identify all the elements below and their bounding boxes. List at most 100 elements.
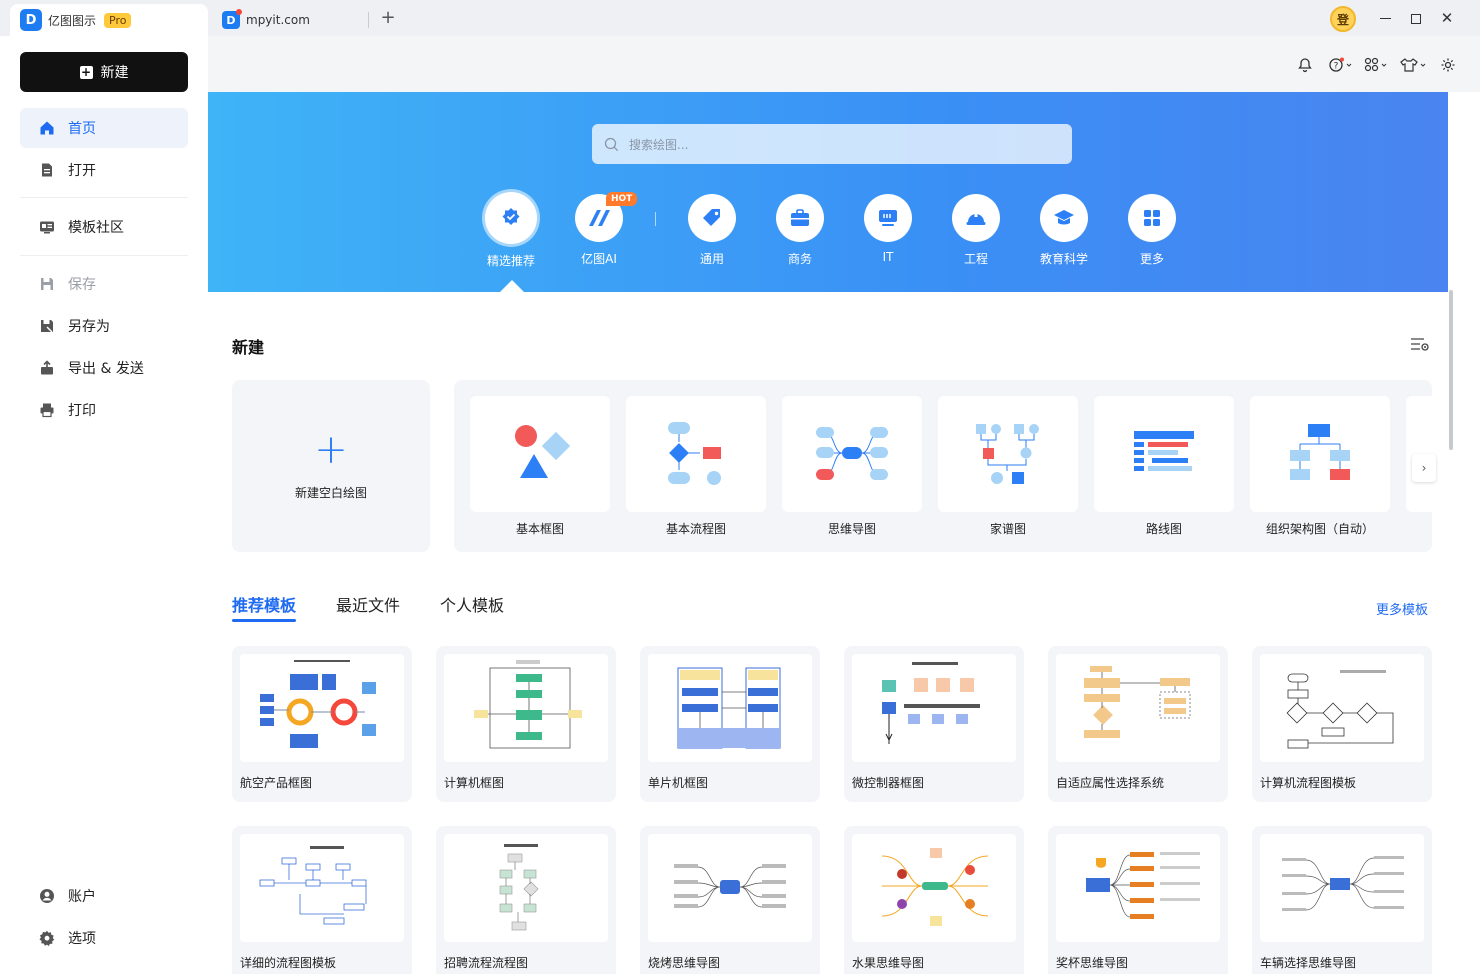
new-section-title: 新建: [232, 338, 265, 357]
tab-home[interactable]: D 亿图图示 Pro: [10, 4, 208, 36]
category-general[interactable]: 通用: [677, 194, 747, 267]
hardhat-icon: [952, 194, 1000, 242]
template-thumbnail: [648, 834, 812, 942]
scrollbar-track[interactable]: [1448, 92, 1480, 974]
category-it[interactable]: IT: [853, 194, 923, 264]
template-card[interactable]: 招聘流程流程图: [436, 826, 616, 974]
template-thumbnail: [852, 834, 1016, 942]
diagram-type-label: 思维导图: [827, 522, 876, 536]
sidebar-item-options[interactable]: 选项: [20, 918, 188, 958]
tag-icon: [688, 194, 736, 242]
plus-icon: +: [314, 427, 348, 473]
tab-personal-templates[interactable]: 个人模板: [440, 592, 504, 616]
blank-drawing-label: 新建空白绘图: [294, 486, 367, 500]
category-more[interactable]: 更多: [1117, 194, 1187, 267]
tab-recommended[interactable]: 推荐模板: [232, 592, 296, 616]
more-templates-link[interactable]: 更多模板: [1376, 599, 1428, 618]
template-card[interactable]: 车辆选择思维导图: [1252, 826, 1432, 974]
sidebar-item-label: 模板社区: [68, 220, 124, 236]
pro-badge: Pro: [104, 12, 132, 28]
category-engineering[interactable]: 工程: [941, 194, 1011, 267]
template-card[interactable]: 自适应属性选择系统: [1048, 646, 1228, 802]
tab-separator: [368, 12, 369, 28]
search-placeholder: 搜索绘图...: [629, 137, 689, 152]
sidebar-item-open[interactable]: 打开: [20, 150, 188, 190]
template-card[interactable]: 奖杯思维导图: [1048, 826, 1228, 974]
template-card[interactable]: 详细的流程图模板: [232, 826, 412, 974]
maximize-button[interactable]: [1405, 7, 1427, 29]
list-settings-icon[interactable]: [1410, 336, 1430, 352]
template-card[interactable]: 航空产品框图: [232, 646, 412, 802]
notification-bell-icon[interactable]: [1294, 54, 1316, 76]
diagram-type-family-tree[interactable]: [938, 396, 1078, 512]
sidebar-item-template-community[interactable]: 模板社区: [20, 207, 188, 247]
new-blank-drawing-card[interactable]: + 新建空白绘图: [232, 380, 430, 552]
template-title: 奖杯思维导图: [1056, 956, 1129, 970]
next-types-button[interactable]: ›: [1412, 454, 1436, 482]
search-icon: [604, 137, 619, 152]
category-label: IT: [882, 250, 894, 264]
scrollbar-thumb[interactable]: [1449, 290, 1453, 450]
diagram-type-mind-map[interactable]: [782, 396, 922, 512]
sidebar-item-print[interactable]: 打印: [20, 390, 188, 430]
minimize-icon: [1379, 18, 1391, 19]
sidebar-item-label: 账户: [68, 889, 96, 905]
app-name: 亿图图示: [48, 13, 97, 28]
featured-badge-icon: [485, 192, 537, 244]
diagram-type-label: 路线图: [1145, 522, 1182, 536]
template-card[interactable]: 水果思维导图: [844, 826, 1024, 974]
login-avatar[interactable]: 登: [1330, 6, 1356, 32]
account-user-icon: [38, 887, 56, 905]
category-featured[interactable]: 精选推荐: [476, 192, 546, 269]
category-education[interactable]: 教育科学: [1029, 194, 1099, 267]
minimize-button[interactable]: [1374, 7, 1396, 29]
open-file-icon: [38, 161, 56, 179]
sidebar-item-label: 打印: [68, 403, 96, 419]
template-card[interactable]: 烧烤思维导图: [640, 826, 820, 974]
sidebar-item-home[interactable]: 首页: [20, 108, 188, 148]
tab-recent-files[interactable]: 最近文件: [336, 592, 400, 616]
template-title: 计算机流程图模板: [1260, 776, 1357, 790]
sidebar-item-account[interactable]: 账户: [20, 876, 188, 916]
template-title: 自适应属性选择系统: [1056, 776, 1165, 790]
sidebar-item-save-as[interactable]: 另存为: [20, 306, 188, 346]
graduation-cap-icon: [1040, 194, 1088, 242]
search-input[interactable]: 搜索绘图...: [592, 124, 1072, 164]
diagram-type-basic-block[interactable]: [470, 396, 610, 512]
diagram-type-roadmap[interactable]: [1094, 396, 1234, 512]
template-title: 详细的流程图模板: [240, 956, 337, 970]
sidebar: + 新建 首页 打开 模板社区 保存 另存为 导出 & 发送 打印 账户 选项: [0, 36, 208, 974]
sidebar-item-export-send[interactable]: 导出 & 发送: [20, 348, 188, 388]
tab-document[interactable]: D mpyit.com: [212, 4, 362, 36]
close-button[interactable]: ✕: [1436, 7, 1458, 29]
document-tab-title: mpyit.com: [246, 13, 310, 27]
category-business[interactable]: 商务: [765, 194, 835, 267]
template-card[interactable]: 计算机流程图模板: [1252, 646, 1432, 802]
add-tab-button[interactable]: +: [378, 8, 398, 28]
plus-icon: +: [79, 64, 93, 79]
category-label: 亿图AI: [581, 252, 617, 266]
template-thumbnail: [1056, 654, 1220, 762]
diagram-type-basic-flowchart[interactable]: [626, 396, 766, 512]
template-thumbnail: [1260, 834, 1424, 942]
sidebar-item-save[interactable]: 保存: [20, 264, 188, 304]
main-content: 搜索绘图... 精选推荐 HOT 亿图AI 通用 商务 IT 工程 教育科学 更…: [208, 92, 1448, 974]
document-logo-icon: D: [222, 9, 242, 29]
category-ai[interactable]: HOT 亿图AI: [564, 192, 638, 267]
template-card[interactable]: 微控制器框图: [844, 646, 1024, 802]
help-icon[interactable]: ?: [1326, 54, 1356, 76]
skin-shirt-icon[interactable]: [1398, 54, 1428, 76]
template-title: 计算机框图: [444, 776, 505, 790]
hero-banner: 搜索绘图... 精选推荐 HOT 亿图AI 通用 商务 IT 工程 教育科学 更…: [208, 92, 1448, 292]
family-tree-thumbnail: [976, 424, 1039, 484]
category-label: 精选推荐: [486, 254, 535, 268]
apps-grid-icon[interactable]: [1362, 54, 1392, 76]
settings-gear-icon[interactable]: [1437, 54, 1459, 76]
new-button[interactable]: + 新建: [20, 52, 188, 92]
diagram-type-org-chart[interactable]: [1250, 396, 1390, 512]
template-card[interactable]: 单片机框图: [640, 646, 820, 802]
sidebar-item-label: 导出 & 发送: [68, 361, 144, 377]
template-thumbnail: [648, 654, 812, 762]
category-label: 通用: [699, 252, 724, 266]
template-card[interactable]: 计算机框图: [436, 646, 616, 802]
